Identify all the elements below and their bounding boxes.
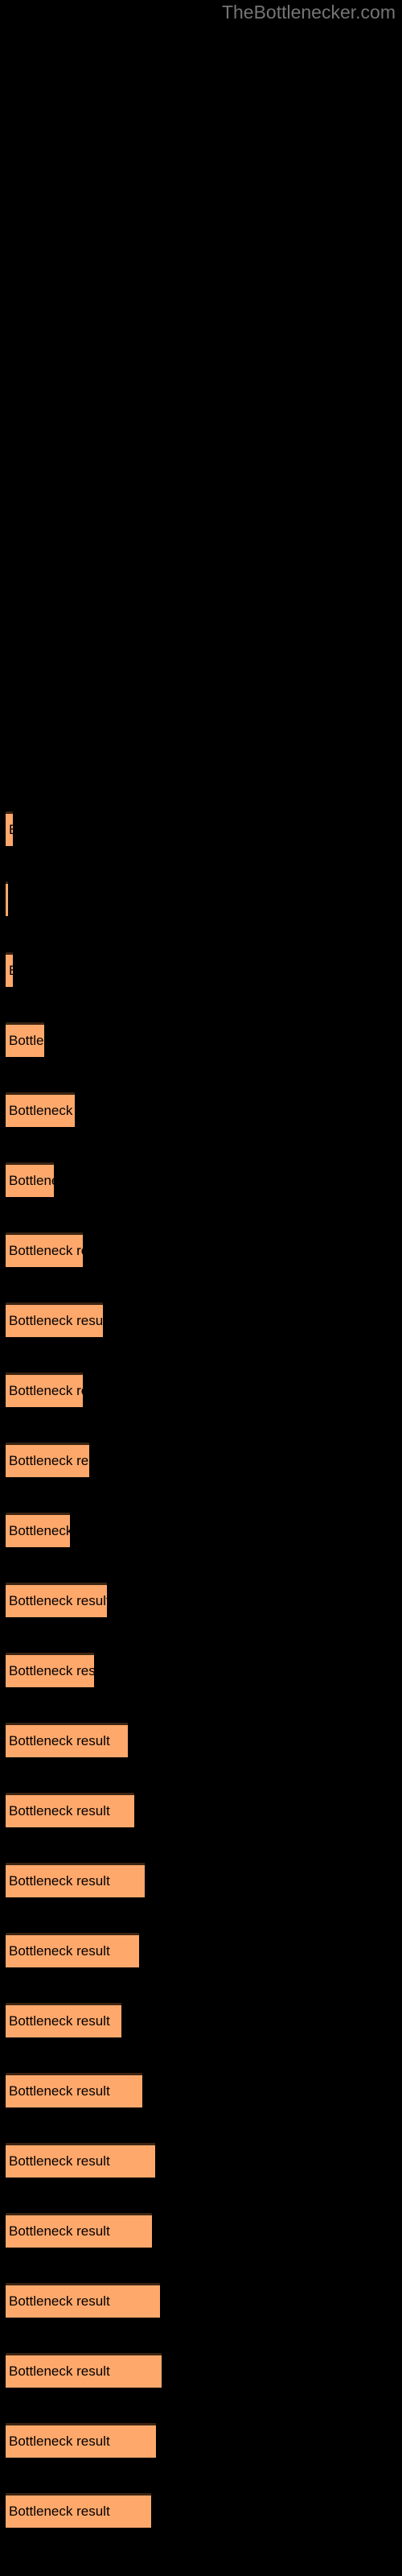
bar-row: Bottleneck result [0, 1933, 402, 1968]
bar-5[interactable]: Bottleneck result [6, 1092, 75, 1127]
bar-label: Bottleneck result [9, 1453, 89, 1468]
bar-row: Bottleneck result [0, 2143, 402, 2178]
bar-label: Bottleneck result [9, 1523, 70, 1538]
bar-label: Bottleneck result [9, 2363, 110, 2379]
bar-label: Bottleneck result [9, 1803, 110, 1818]
bar-24[interactable]: Bottleneck result [6, 2423, 156, 2458]
bar-row: Bottleneck result [0, 1653, 402, 1688]
bar-row: Bottleneck result [0, 1092, 402, 1128]
bar-9[interactable]: Bottleneck result [6, 1373, 83, 1407]
bar-16[interactable]: Bottleneck result [6, 1863, 145, 1897]
bar-8[interactable]: Bottleneck result [6, 1302, 103, 1337]
bar-23[interactable]: Bottleneck result [6, 2353, 162, 2388]
bar-label: Bottleneck result [9, 1313, 103, 1328]
bar-4[interactable]: Bottleneck result [6, 1022, 44, 1057]
bar-label: Bottleneck result [9, 2504, 110, 2519]
bar-row: Bottleneck result [0, 811, 402, 847]
bar-label: Bottleneck result [9, 1243, 83, 1258]
bar-1[interactable]: Bottleneck result [6, 811, 13, 846]
bar-label: Bottleneck result [9, 1173, 54, 1188]
bar-25[interactable]: Bottleneck result [6, 2493, 151, 2528]
bar-label: Bottleneck result [9, 1943, 110, 1959]
bar-13[interactable]: Bottleneck result [6, 1653, 94, 1687]
bar-row [0, 881, 402, 917]
bar-12[interactable]: Bottleneck result [6, 1583, 107, 1617]
bar-label: Bottleneck result [9, 2434, 110, 2449]
bottleneck-bar-chart: Bottleneck result Bottleneck result Bottle… [0, 0, 402, 2576]
page-root: TheBottlenecker.com Bottleneck resultBot… [0, 0, 402, 2576]
bar-6[interactable]: Bottleneck result [6, 1162, 54, 1197]
bar-row: Bottleneck result [0, 1302, 402, 1338]
bar-row: Bottleneck result [0, 2073, 402, 2108]
bar-label: Bottleneck result [9, 955, 13, 987]
bar-3[interactable]: Bottleneck result [6, 952, 13, 987]
bar-label: Bottleneck result [9, 2013, 110, 2029]
bar-7[interactable]: Bottleneck result [6, 1232, 83, 1267]
bar-label: Bottleneck result [9, 2083, 110, 2099]
bar-19[interactable]: Bottleneck result [6, 2073, 142, 2107]
bar-row: Bottleneck result [0, 952, 402, 988]
bar-row: Bottleneck result [0, 2423, 402, 2458]
bar-21[interactable]: Bottleneck result [6, 2213, 152, 2248]
bar-row: Bottleneck result [0, 1723, 402, 1758]
bar-row: Bottleneck result [0, 1232, 402, 1268]
bar-row: Bottleneck result [0, 1162, 402, 1198]
bar-row: Bottleneck result [0, 2003, 402, 2038]
bar-label: Bottleneck result [9, 814, 13, 846]
bar-label: Bottleneck result [9, 1103, 75, 1118]
bar-row: Bottleneck result [0, 2283, 402, 2318]
bar-20[interactable]: Bottleneck result [6, 2143, 155, 2178]
bar-row: Bottleneck result [0, 1022, 402, 1058]
bar-label: Bottleneck result [9, 2293, 110, 2309]
bar-label: Bottleneck result [9, 1593, 107, 1608]
bar-row: Bottleneck result [0, 1373, 402, 1408]
bar-row: Bottleneck result [0, 2353, 402, 2388]
bar-row: Bottleneck result [0, 1863, 402, 1898]
bar-row: Bottleneck result [0, 1583, 402, 1618]
bar-10[interactable]: Bottleneck result [6, 1443, 89, 1477]
bar-label: Bottleneck result [9, 2223, 110, 2239]
bar-label: Bottleneck result [9, 1383, 83, 1398]
bar-11[interactable]: Bottleneck result [6, 1513, 70, 1547]
bar-14[interactable]: Bottleneck result [6, 1723, 128, 1757]
bar-15[interactable]: Bottleneck result [6, 1793, 134, 1827]
bar-label: Bottleneck result [9, 1033, 44, 1048]
bar-label: Bottleneck result [9, 1873, 110, 1889]
bar-17[interactable]: Bottleneck result [6, 1933, 139, 1967]
bar-row: Bottleneck result [0, 1513, 402, 1548]
bar-18[interactable]: Bottleneck result [6, 2003, 121, 2037]
bar-row: Bottleneck result [0, 1793, 402, 1828]
bar-label: Bottleneck result [9, 1733, 110, 1748]
bar-row: Bottleneck result [0, 1443, 402, 1478]
bar-row: Bottleneck result [0, 2213, 402, 2248]
bar-22[interactable]: Bottleneck result [6, 2283, 160, 2318]
bar-label: Bottleneck result [9, 1663, 94, 1678]
bar-label: Bottleneck result [9, 2153, 110, 2169]
bar-row: Bottleneck result [0, 2493, 402, 2529]
bar-2[interactable] [6, 881, 8, 916]
